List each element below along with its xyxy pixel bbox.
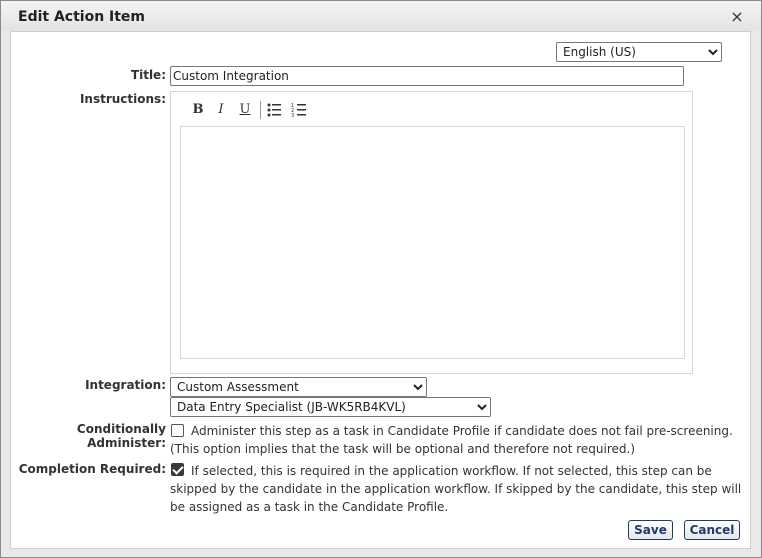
- bullet-list-icon[interactable]: [265, 101, 283, 119]
- instructions-editor: B I U 1 2 3: [170, 91, 693, 374]
- underline-button[interactable]: U: [236, 101, 254, 119]
- dialog-content: English (US) Title: Instructions: B I U: [10, 31, 751, 549]
- completion-required-label: Completion Required:: [18, 462, 166, 476]
- integration-select[interactable]: Custom Assessment: [170, 377, 427, 397]
- close-icon[interactable]: ×: [729, 9, 745, 25]
- dialog-titlebar: Edit Action Item ×: [1, 1, 761, 31]
- instructions-textarea[interactable]: [180, 126, 685, 359]
- save-button[interactable]: Save: [628, 520, 673, 540]
- toolbar-divider: [260, 101, 261, 119]
- cancel-button[interactable]: Cancel: [684, 520, 740, 540]
- svg-text:3: 3: [291, 113, 294, 118]
- numbered-list-icon[interactable]: 1 2 3: [290, 101, 308, 119]
- completion-required-description: If selected, this is required in the app…: [170, 464, 742, 514]
- edit-action-item-dialog: Edit Action Item × English (US) Title: I…: [0, 0, 762, 558]
- bold-button[interactable]: B: [189, 101, 207, 119]
- conditionally-administer-label: Conditionally Administer:: [76, 422, 166, 450]
- title-input[interactable]: [170, 66, 684, 86]
- title-label: Title:: [130, 68, 166, 82]
- instructions-label: Instructions:: [79, 92, 166, 106]
- dialog-title: Edit Action Item: [18, 9, 146, 25]
- conditionally-administer-description: Administer this step as a task in Candid…: [170, 424, 733, 456]
- integration-label: Integration:: [85, 378, 166, 392]
- language-select[interactable]: English (US): [556, 42, 722, 62]
- editor-toolbar: B I U 1 2 3: [171, 92, 692, 122]
- italic-button[interactable]: I: [212, 101, 230, 119]
- assessment-select[interactable]: Data Entry Specialist (JB-WK5RB4KVL): [170, 397, 491, 417]
